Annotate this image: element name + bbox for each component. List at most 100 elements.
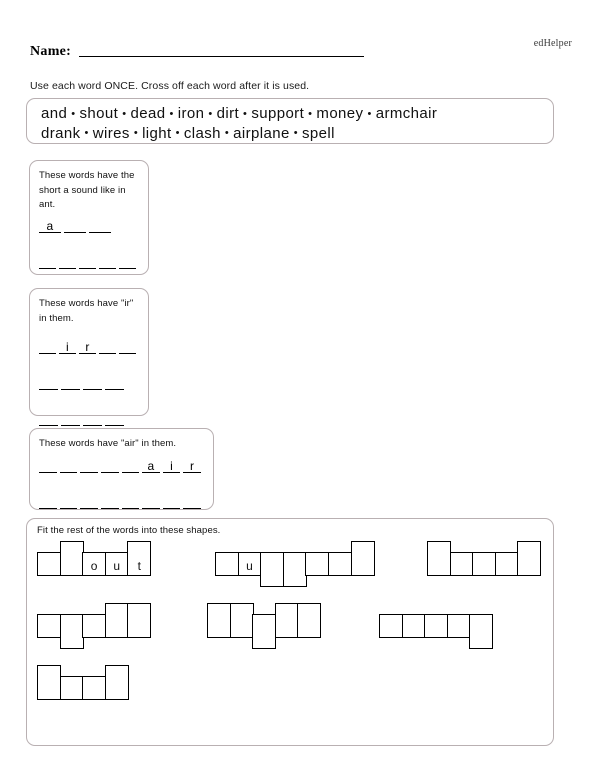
word-bank-word[interactable]: dead [130, 105, 165, 122]
shape-cell-empty[interactable] [59, 541, 84, 576]
shape-cell-empty[interactable] [104, 665, 129, 700]
word-bank-word[interactable]: dirt [217, 105, 239, 122]
answer-letter-given[interactable]: i [59, 340, 76, 354]
shape-cell-filled[interactable]: u [104, 552, 129, 576]
answer-letter: i [170, 459, 174, 473]
word-bank-word[interactable]: spell [302, 125, 335, 142]
answer-letter-given[interactable]: a [142, 459, 160, 473]
shape-cell-empty[interactable] [37, 665, 61, 700]
answer-blank[interactable] [39, 376, 58, 390]
shape-cell-empty[interactable] [494, 552, 519, 576]
answer-blank[interactable] [83, 376, 102, 390]
answer-letter-given[interactable]: i [162, 459, 181, 473]
shape-cell-empty[interactable] [127, 603, 152, 638]
answer-blank[interactable] [39, 495, 57, 509]
word-bank-word[interactable]: airplane [233, 125, 290, 142]
shape-cell-filled[interactable]: o [82, 552, 107, 576]
shape-cell-empty[interactable] [297, 603, 322, 638]
bullet-separator-icon: • [367, 107, 372, 120]
word-bank-word[interactable]: clash [184, 125, 221, 142]
answer-blank[interactable] [89, 219, 111, 233]
name-input-line[interactable] [79, 56, 365, 57]
answer-blank[interactable] [64, 219, 86, 233]
answer-blank[interactable] [119, 255, 136, 269]
answer-blank[interactable] [100, 495, 119, 509]
shape-cell-empty[interactable] [350, 541, 375, 576]
word-bank-word[interactable]: shout [80, 105, 119, 122]
answer-blank[interactable] [105, 376, 124, 390]
answer-blank[interactable] [100, 459, 119, 473]
answer-letter: a [147, 459, 155, 473]
answer-blank[interactable] [121, 495, 140, 509]
shape-cell-empty[interactable] [59, 676, 84, 700]
shape-cell-filled[interactable]: t [127, 541, 152, 576]
answer-blank[interactable] [39, 459, 57, 473]
answer-blank[interactable] [61, 376, 80, 390]
shape-cell-empty[interactable] [82, 614, 107, 638]
answer-letter-given[interactable]: r [183, 459, 201, 473]
word-bank-word[interactable]: wires [93, 125, 130, 142]
word-bank-word[interactable]: light [142, 125, 172, 142]
answer-blank[interactable] [99, 255, 116, 269]
bullet-separator-icon: • [84, 127, 89, 140]
word-bank-word[interactable]: money [316, 105, 363, 122]
shape-cell-empty[interactable] [424, 614, 449, 638]
answer-blank[interactable] [183, 495, 201, 509]
shape-cell-empty[interactable] [207, 603, 231, 638]
shape-cell-empty[interactable] [252, 614, 277, 649]
answer-blank[interactable] [39, 340, 56, 354]
answer-blank[interactable] [59, 459, 78, 473]
answer-blank[interactable] [59, 255, 76, 269]
answer-blank[interactable] [39, 255, 56, 269]
word-bank-word[interactable]: and [41, 105, 67, 122]
category-box-short-a: These words have the short a sound like … [29, 160, 149, 275]
answer-blank[interactable] [99, 340, 116, 354]
shape-cell-empty[interactable] [229, 603, 254, 638]
answer-blank[interactable] [80, 495, 98, 509]
answer-blank[interactable] [59, 495, 78, 509]
shape-cell-empty[interactable] [469, 614, 494, 649]
answer-blank[interactable] [105, 412, 124, 426]
shape-cell-empty[interactable] [401, 614, 426, 638]
shape-cell-empty[interactable] [449, 552, 474, 576]
shape-cell-empty[interactable] [427, 541, 451, 576]
shape-cell-empty[interactable] [59, 614, 84, 649]
shape-cell-empty[interactable] [215, 552, 239, 576]
word-shape-group [427, 541, 542, 576]
word-shape-group [379, 603, 494, 649]
word-bank-word[interactable]: drank [41, 125, 81, 142]
answer-blank[interactable] [142, 495, 160, 509]
answer-blank[interactable] [119, 340, 136, 354]
answer-blank[interactable] [162, 495, 181, 509]
answer-blank[interactable] [61, 412, 80, 426]
answer-letter: r [85, 340, 90, 354]
shape-cell-empty[interactable] [305, 552, 330, 576]
shape-cell-empty[interactable] [517, 541, 542, 576]
word-bank-word[interactable]: support [251, 105, 304, 122]
answer-blank[interactable] [83, 412, 102, 426]
word-bank-word[interactable]: armchair [376, 105, 438, 122]
shape-cell-empty[interactable] [82, 676, 107, 700]
word-bank-word[interactable]: iron [178, 105, 205, 122]
answer-letter-given[interactable]: r [79, 340, 96, 354]
shape-cell-empty[interactable] [37, 552, 61, 576]
answer-letter-given[interactable]: a [39, 219, 61, 233]
shape-cell-empty[interactable] [472, 552, 497, 576]
shape-cell-empty[interactable] [282, 552, 307, 587]
shape-cell-empty[interactable] [260, 552, 285, 587]
shapes-instruction: Fit the rest of the words into these sha… [37, 525, 221, 536]
answer-blank[interactable] [80, 459, 98, 473]
shape-cell-empty[interactable] [446, 614, 471, 638]
shape-cell-empty[interactable] [37, 614, 61, 638]
shape-cell-empty[interactable] [328, 552, 353, 576]
shape-cell-filled[interactable]: u [237, 552, 262, 576]
answer-blank[interactable] [121, 459, 140, 473]
shape-cell-empty[interactable] [104, 603, 129, 638]
shape-cell-empty[interactable] [379, 614, 403, 638]
answer-blank[interactable] [39, 412, 58, 426]
shape-cell-empty[interactable] [274, 603, 299, 638]
bullet-separator-icon: • [224, 127, 230, 140]
answer-blank[interactable] [79, 255, 96, 269]
answer-lines: a [39, 213, 139, 285]
category-title: These words have "ir" in them. [39, 298, 134, 324]
